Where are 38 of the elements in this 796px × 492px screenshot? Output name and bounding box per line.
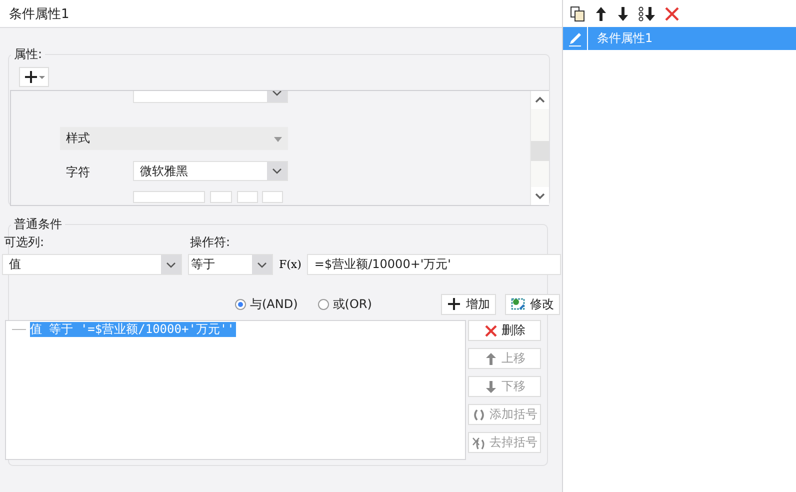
pencil-icon	[567, 30, 583, 46]
toolbar-control[interactable]	[133, 191, 205, 203]
delete-icon[interactable]	[664, 6, 680, 22]
logic-radio[interactable]: 与(AND)	[235, 296, 298, 312]
move-to-bottom-icon[interactable]	[638, 6, 656, 22]
group-label: 普通条件	[13, 216, 63, 233]
formula-button[interactable]: F(x)	[279, 258, 302, 271]
scrollbar[interactable]	[530, 91, 549, 205]
toolbar-control[interactable]	[262, 191, 283, 203]
scrollbar-thumb[interactable]	[531, 141, 549, 161]
add-property-button[interactable]	[19, 67, 49, 87]
caret-icon	[38, 76, 44, 78]
add-button[interactable]: 增加	[441, 294, 496, 314]
remove-parentheses-icon	[472, 436, 486, 450]
arrow-down-icon[interactable]	[616, 6, 630, 22]
arrow-down-icon	[484, 380, 498, 394]
plus-icon	[24, 70, 38, 84]
formula-field[interactable]: =$营业额/10000+'万元'	[307, 254, 561, 275]
logic-radio[interactable]: 或(OR)	[318, 296, 372, 312]
parentheses-icon	[472, 408, 486, 422]
delete-icon	[484, 324, 498, 338]
column-label: 可选列:	[4, 234, 46, 250]
operator-dropdown[interactable]: 等于	[188, 254, 273, 275]
plus-icon	[447, 297, 461, 311]
copy-icon[interactable]	[570, 6, 586, 22]
group-label: 属性:	[13, 46, 44, 63]
arrow-up-icon[interactable]	[594, 6, 608, 22]
font-dropdown[interactable]: 微软雅黑	[133, 161, 288, 181]
window-title: 条件属性1	[0, 0, 562, 28]
delete-button[interactable]: 删除	[468, 320, 541, 341]
toolbar-control[interactable]	[210, 191, 232, 203]
operator-label: 操作符:	[190, 234, 230, 250]
arrow-up-icon	[484, 352, 498, 366]
edit-button[interactable]: 修改	[505, 294, 560, 314]
column-dropdown[interactable]: 值	[2, 254, 182, 275]
toolbar-control[interactable]	[237, 191, 258, 203]
gear-edit-icon	[511, 297, 525, 311]
font-label: 字符	[66, 164, 90, 181]
